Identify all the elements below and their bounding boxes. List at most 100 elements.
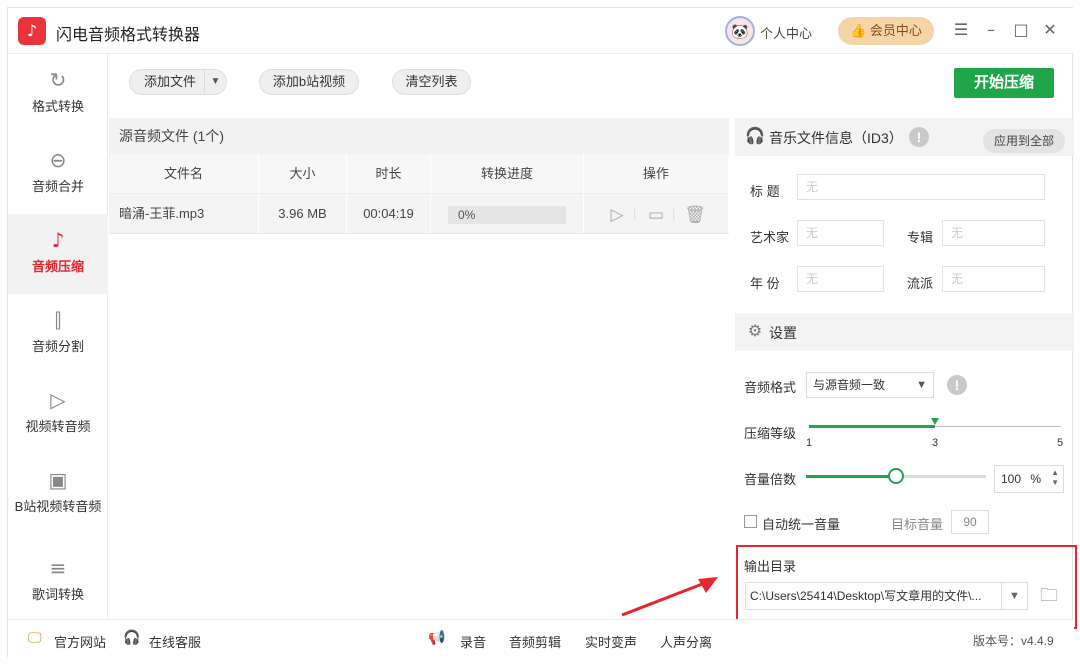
maximize-icon[interactable]: □ bbox=[1010, 18, 1032, 42]
stepper-icon[interactable]: ▲ ▼ bbox=[1051, 468, 1059, 488]
compress-track-fill bbox=[809, 425, 935, 428]
info-icon[interactable]: ! bbox=[909, 127, 929, 147]
add-bilibili-video-button[interactable]: 添加b站视频 bbox=[259, 69, 359, 95]
split-icon: ⫿ bbox=[54, 308, 62, 332]
sidebar-item-audio-merge[interactable]: ⊖ 音频合并 bbox=[8, 134, 108, 214]
trash-icon[interactable]: 🗑 bbox=[684, 204, 706, 226]
app-logo-icon: ♪ bbox=[18, 17, 46, 45]
compress-level-slider[interactable] bbox=[809, 418, 1061, 438]
compress-level-thumb[interactable] bbox=[931, 418, 939, 425]
title-label: 标 题 bbox=[750, 184, 780, 199]
target-volume-label: 目标音量 bbox=[891, 517, 944, 532]
website-link[interactable]: 官方网站 bbox=[54, 632, 106, 651]
album-field[interactable]: 无 bbox=[942, 220, 1045, 246]
sidebar-item-format-convert[interactable]: ↻ 格式转换 bbox=[8, 54, 108, 134]
target-volume-input[interactable]: 90 bbox=[951, 510, 989, 534]
app-window: ♪ 闪电音频格式转换器 🐼 个人中心 👍 会员中心 ☰ – □ ✕ ↻ 格式转换… bbox=[7, 7, 1077, 658]
audio-edit-link[interactable]: 音频剪辑 bbox=[509, 632, 561, 651]
sidebar-item-audio-split[interactable]: ⫿ 音频分割 bbox=[8, 294, 108, 374]
support-link[interactable]: 在线客服 bbox=[149, 632, 201, 651]
lyrics-file-icon: ≡ bbox=[49, 556, 67, 580]
auto-volume-label: 自动统一音量 bbox=[762, 517, 841, 532]
title-field[interactable]: 无 bbox=[797, 174, 1045, 200]
sidebar-item-label: 音频分割 bbox=[31, 339, 84, 354]
column-header-duration: 时长 bbox=[347, 154, 431, 193]
format-label: 音频格式 bbox=[744, 380, 797, 395]
vip-center-label: 会员中心 bbox=[869, 23, 922, 38]
volume-slider[interactable] bbox=[806, 468, 986, 484]
format-info-icon[interactable]: ! bbox=[947, 375, 967, 395]
menu-icon[interactable]: ☰ bbox=[950, 18, 972, 42]
file-size: 3.96 MB bbox=[259, 194, 347, 233]
table-row[interactable]: 暗涌-王菲.mp3 3.96 MB 00:04:19 0% ▷ | ▭ | 🗑 bbox=[109, 194, 729, 234]
volume-input[interactable]: 100 % ▲ ▼ bbox=[994, 465, 1064, 493]
chevron-down-icon[interactable]: ▼ bbox=[204, 70, 226, 94]
sidebar-item-label: 音频压缩 bbox=[31, 259, 84, 274]
vip-center-button[interactable]: 👍 会员中心 bbox=[838, 17, 934, 45]
record-link[interactable]: 录音 bbox=[460, 632, 486, 651]
format-select[interactable]: 与源音频一致 ▼ bbox=[806, 372, 934, 398]
highlight-frame bbox=[736, 545, 1077, 629]
genre-label: 流派 bbox=[907, 276, 934, 291]
column-header-name: 文件名 bbox=[109, 154, 259, 193]
minimize-icon[interactable]: – bbox=[980, 18, 1002, 42]
sidebar-item-label: 视频转音频 bbox=[25, 419, 91, 434]
add-file-label: 添加文件 bbox=[144, 74, 197, 89]
sidebar-item-audio-compress[interactable]: ♪ 音频压缩 bbox=[8, 214, 108, 294]
progress-cell: 0% bbox=[431, 194, 584, 233]
progress-bar: 0% bbox=[448, 205, 566, 224]
table-header: 文件名 大小 时长 转换进度 操作 bbox=[109, 154, 729, 194]
headset-icon: 🎧 bbox=[123, 630, 141, 646]
chevron-down-icon: ▼ bbox=[916, 379, 927, 391]
headphones-icon: 🎧 bbox=[745, 126, 765, 145]
year-field[interactable]: 无 bbox=[797, 266, 884, 292]
volume-unit: % bbox=[1030, 472, 1042, 486]
volume-value: 100 bbox=[1001, 472, 1022, 486]
folder-icon[interactable]: ▭ bbox=[645, 204, 667, 226]
play-icon[interactable]: ▷ bbox=[606, 204, 628, 226]
sidebar-item-label: 格式转换 bbox=[31, 99, 84, 114]
user-avatar[interactable]: 🐼 bbox=[725, 16, 755, 46]
title-bar: ♪ 闪电音频格式转换器 🐼 个人中心 👍 会员中心 ☰ – □ ✕ bbox=[8, 8, 1074, 54]
user-center-link[interactable]: 个人中心 bbox=[760, 23, 812, 42]
auto-volume-checkbox[interactable] bbox=[744, 515, 757, 528]
actions-cell: ▷ | ▭ | 🗑 bbox=[584, 194, 729, 233]
sidebar-item-bilibili-to-audio[interactable]: ▣ B站视频转音频 bbox=[8, 454, 108, 542]
settings-title: 设置 bbox=[769, 325, 797, 341]
compress-tick-min: 1 bbox=[806, 437, 813, 449]
apply-to-all-button[interactable]: 应用到全部 bbox=[983, 129, 1065, 153]
clear-list-button[interactable]: 清空列表 bbox=[392, 69, 471, 95]
genre-field[interactable]: 无 bbox=[942, 266, 1045, 292]
volume-label: 音量倍数 bbox=[744, 472, 797, 487]
annotation-arrow-line bbox=[621, 579, 711, 617]
close-icon[interactable]: ✕ bbox=[1039, 18, 1061, 42]
settings-section-header: ⚙ 设置 bbox=[735, 313, 1074, 351]
gear-icon: ⚙ bbox=[747, 321, 763, 340]
sidebar-item-lyrics-convert[interactable]: ≡ 歌词转换 bbox=[8, 542, 108, 622]
format-select-value: 与源音频一致 bbox=[813, 378, 886, 392]
music-note-icon: ♪ bbox=[51, 228, 65, 252]
add-file-button[interactable]: 添加文件 ▼ bbox=[129, 69, 227, 95]
start-compress-button[interactable]: 开始压缩 bbox=[954, 68, 1054, 98]
column-header-size: 大小 bbox=[259, 154, 347, 193]
website-icon: 🖵 bbox=[28, 630, 42, 646]
voice-change-link[interactable]: 实时变声 bbox=[585, 632, 637, 651]
sidebar-item-video-to-audio[interactable]: ▷ 视频转音频 bbox=[8, 374, 108, 454]
album-label: 专辑 bbox=[907, 230, 934, 245]
thumbs-up-icon: 👍 bbox=[850, 23, 867, 38]
column-header-actions: 操作 bbox=[584, 154, 729, 193]
compress-tick-mid: 3 bbox=[932, 437, 939, 449]
year-label: 年 份 bbox=[750, 276, 780, 291]
video-file-icon: ▷ bbox=[50, 388, 66, 412]
artist-field[interactable]: 无 bbox=[797, 220, 884, 246]
file-name: 暗涌-王菲.mp3 bbox=[109, 194, 259, 233]
vocal-split-link[interactable]: 人声分离 bbox=[660, 632, 712, 651]
volume-thumb[interactable] bbox=[888, 468, 904, 484]
bilibili-icon: ▣ bbox=[48, 468, 68, 492]
compress-tick-max: 5 bbox=[1057, 437, 1064, 449]
app-title: 闪电音频格式转换器 bbox=[56, 27, 201, 44]
file-list-panel: 源音频文件 (1个) 文件名 大小 时长 转换进度 操作 暗涌-王菲.mp3 3… bbox=[109, 118, 729, 618]
id3-title: 音乐文件信息（ID3） bbox=[769, 130, 903, 146]
merge-icon: ⊖ bbox=[49, 148, 67, 172]
annotation-arrow bbox=[621, 577, 718, 617]
